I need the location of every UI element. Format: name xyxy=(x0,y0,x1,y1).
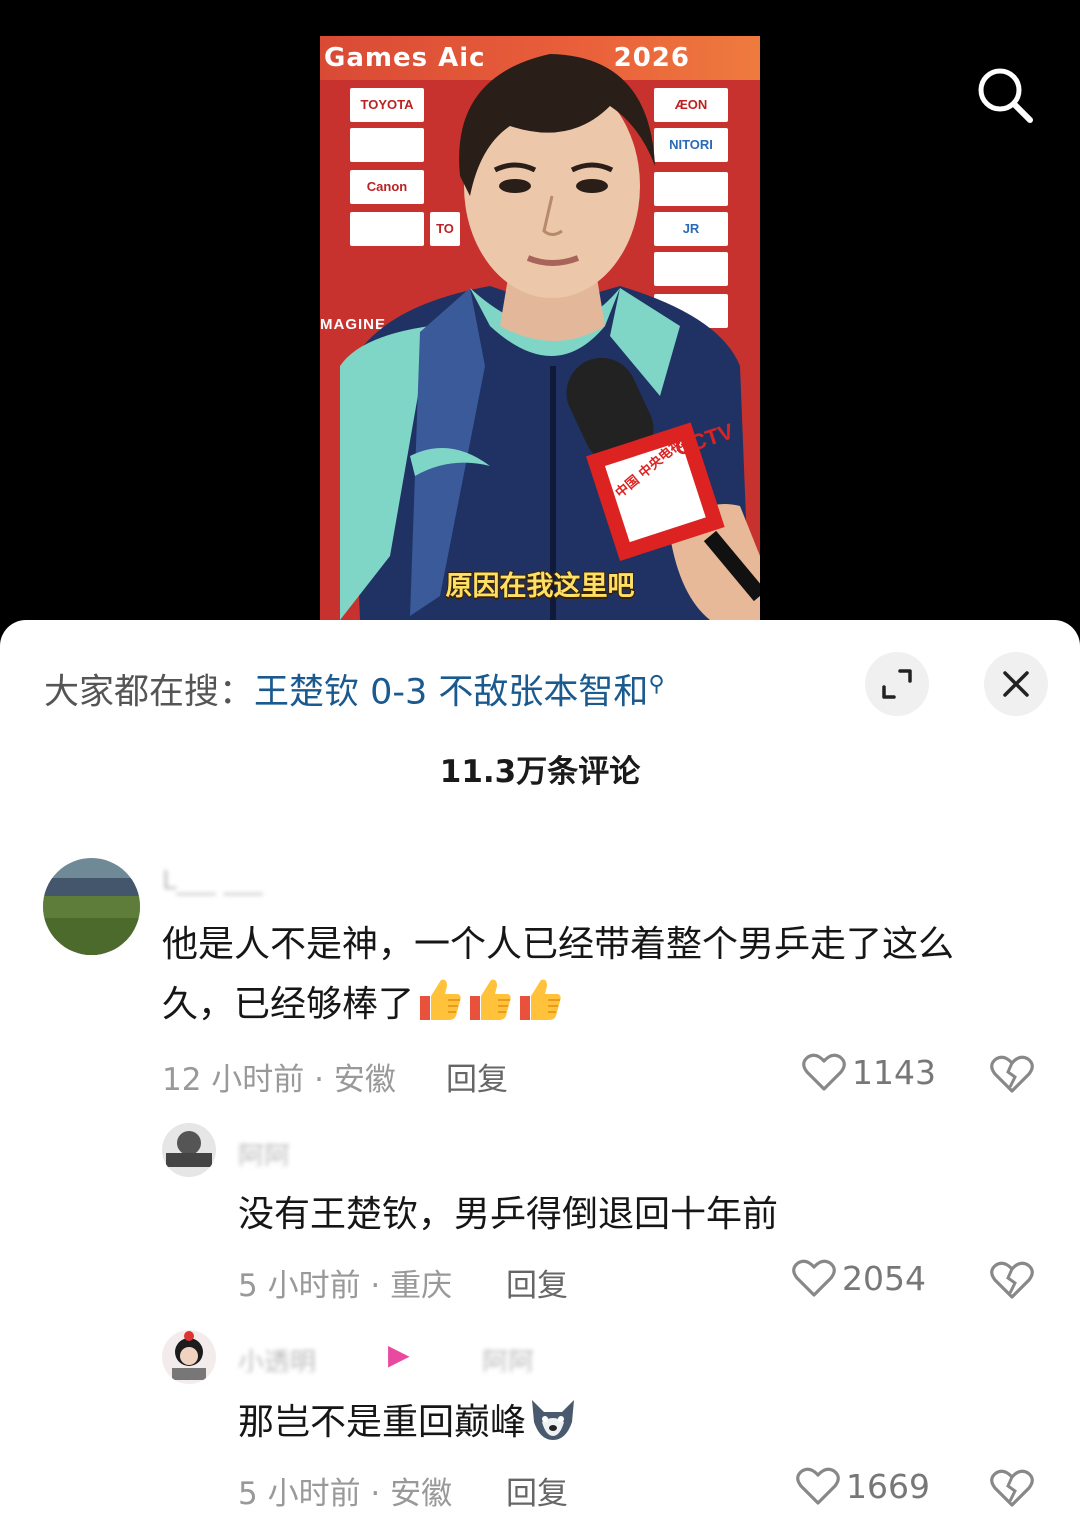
broken-heart-icon xyxy=(990,1261,1034,1299)
comment-meta: 12 小时前 · 安徽 xyxy=(162,1062,396,1098)
trending-search-prefix: 大家都在搜： xyxy=(44,672,255,713)
close-button[interactable] xyxy=(984,652,1048,716)
dislike-button[interactable] xyxy=(990,1468,1034,1512)
avatar[interactable] xyxy=(162,1123,216,1177)
username[interactable]: L___ ___ xyxy=(162,866,322,896)
avatar[interactable] xyxy=(162,1330,216,1384)
like-button[interactable]: 1669 xyxy=(796,1466,930,1506)
comment-text: 他是人不是神，一个人已经带着整个男乒走了这么 久，已经够棒了 xyxy=(162,916,1042,1034)
dislike-button[interactable] xyxy=(990,1260,1034,1304)
comment-text-part: 久，已经够棒了 xyxy=(162,984,415,1025)
video-frame[interactable]: Games Aic 2026 TOYOTA ÆON Canon NITORI J… xyxy=(320,36,760,620)
comment-count: 11.3万条评论 xyxy=(439,754,641,790)
like-count: 1669 xyxy=(846,1466,930,1506)
close-icon xyxy=(1003,671,1029,697)
reply-arrow-icon: ▶ xyxy=(388,1338,410,1371)
dislike-button[interactable] xyxy=(990,1054,1034,1098)
like-count: 2054 xyxy=(842,1258,926,1298)
expand-icon xyxy=(882,669,912,699)
comment-meta: 5 小时前 · 安徽 xyxy=(238,1476,453,1512)
username[interactable]: 小透明 xyxy=(238,1342,348,1372)
reply-button[interactable]: 回复 xyxy=(446,1054,508,1099)
broken-heart-icon xyxy=(990,1469,1034,1507)
interviewee: CCTV 中国 中央电视台 xyxy=(340,54,760,620)
comment-meta: 5 小时前 · 重庆 xyxy=(238,1268,453,1304)
comment-text-part: 那岂不是重回巅峰 xyxy=(238,1402,527,1443)
expand-button[interactable] xyxy=(865,652,929,716)
thumbs-up-emoji xyxy=(520,979,561,1020)
thumbs-up-emoji xyxy=(470,979,511,1020)
search-icon xyxy=(978,68,1033,123)
wolf-emoji xyxy=(532,1400,575,1440)
heart-icon xyxy=(802,1053,846,1091)
search-button[interactable] xyxy=(970,60,1040,130)
heart-icon xyxy=(792,1259,836,1297)
comment-text: 那岂不是重回巅峰 xyxy=(238,1392,1018,1452)
heart-icon xyxy=(796,1467,840,1505)
reply-button[interactable]: 回复 xyxy=(506,1260,568,1305)
comment-text-line: 久，已经够棒了 xyxy=(162,974,1042,1034)
username[interactable]: 阿阿_ _ xyxy=(238,1136,398,1166)
broken-heart-icon xyxy=(990,1055,1034,1093)
reply-to-username[interactable]: 阿阿_ xyxy=(482,1342,592,1372)
comment-text: 没有王楚钦，男乒得倒退回十年前 xyxy=(238,1194,779,1235)
trending-search-link[interactable]: 大家都在搜：王楚钦 0-3 不敌张本智和⚲ xyxy=(44,660,844,713)
avatar[interactable] xyxy=(43,858,140,955)
comments-sheet: 大家都在搜：王楚钦 0-3 不敌张本智和⚲ 11.3万条评论 L___ ___ … xyxy=(0,620,1080,1537)
video-caption: 原因在我这里吧 xyxy=(445,570,636,603)
like-count: 1143 xyxy=(852,1052,936,1092)
like-button[interactable]: 2054 xyxy=(792,1258,926,1298)
trending-search-query: 王楚钦 0-3 不敌张本智和 xyxy=(254,672,649,713)
comment-text-line: 他是人不是神，一个人已经带着整个男乒走了这么 xyxy=(162,924,955,965)
like-button[interactable]: 1143 xyxy=(802,1052,936,1092)
reply-button[interactable]: 回复 xyxy=(506,1468,568,1513)
video-player[interactable]: Games Aic 2026 TOYOTA ÆON Canon NITORI J… xyxy=(0,0,1080,640)
search-small-icon: ⚲ xyxy=(648,672,665,697)
thumbs-up-emoji xyxy=(420,979,461,1020)
